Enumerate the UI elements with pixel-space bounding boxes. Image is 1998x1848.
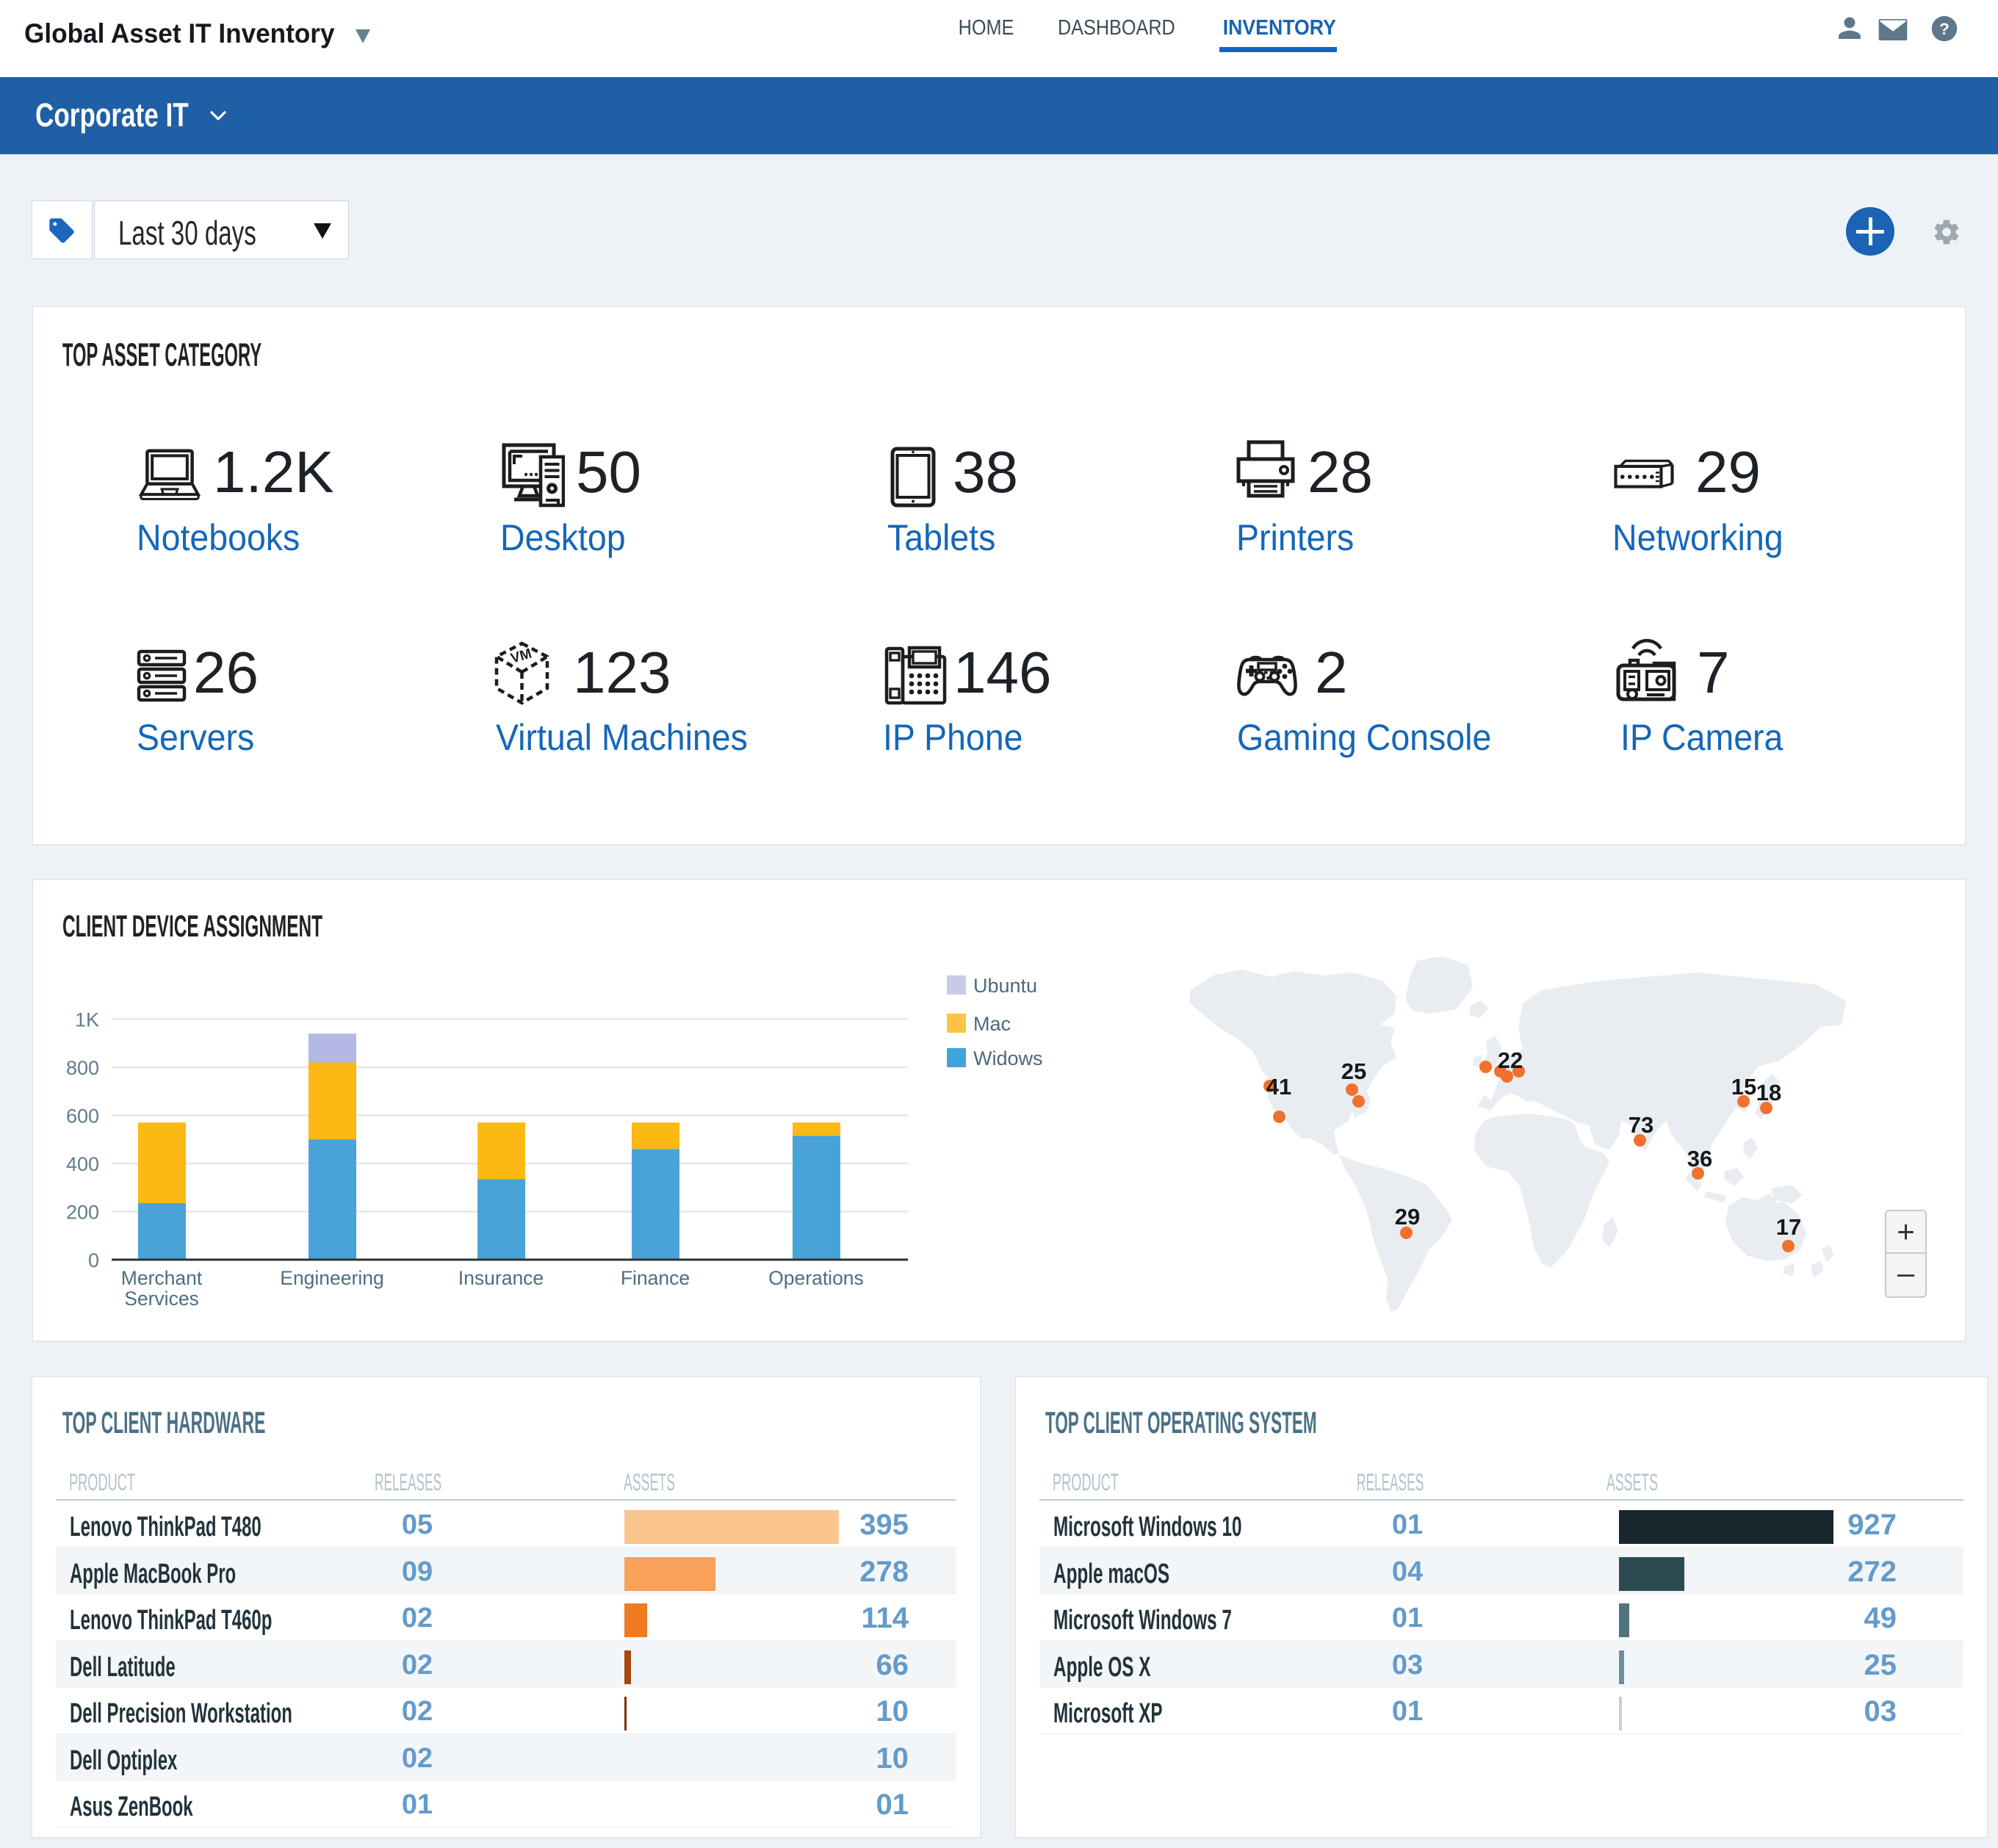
svg-text:Engineering: Engineering xyxy=(280,1267,383,1289)
svg-text:600: 600 xyxy=(66,1105,99,1127)
svg-text:Finance: Finance xyxy=(621,1267,690,1289)
svg-text:Merchant: Merchant xyxy=(121,1267,203,1289)
svg-text:800: 800 xyxy=(66,1057,99,1079)
svg-text:?: ? xyxy=(1939,20,1950,38)
svg-text:200: 200 xyxy=(66,1202,99,1224)
svg-text:400: 400 xyxy=(66,1153,99,1175)
svg-text:0: 0 xyxy=(88,1249,99,1271)
svg-text:1K: 1K xyxy=(75,1009,99,1031)
svg-text:Services: Services xyxy=(124,1288,199,1310)
svg-text:Operations: Operations xyxy=(768,1267,864,1289)
svg-text:Insurance: Insurance xyxy=(458,1267,544,1289)
